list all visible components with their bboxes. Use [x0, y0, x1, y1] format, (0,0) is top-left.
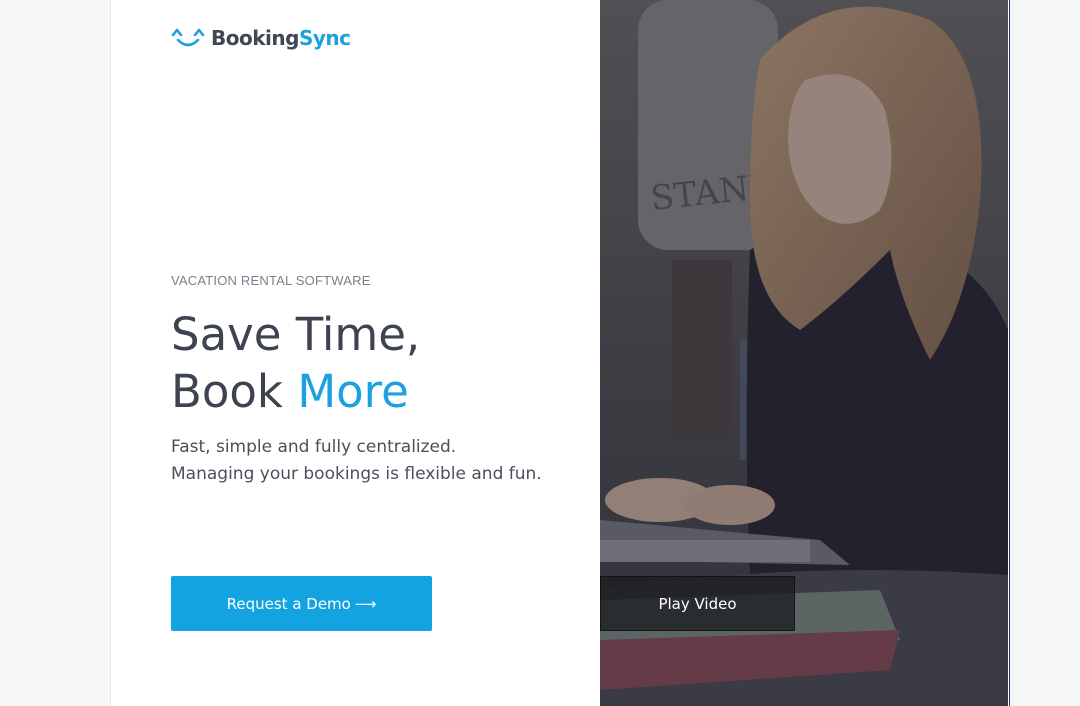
request-demo-label: Request a Demo [226, 594, 351, 613]
brand-name-part1: Booking [211, 26, 299, 50]
brand-name-part2: Sync [298, 26, 351, 50]
subtitle-line1: Fast, simple and fully centralized. [171, 437, 457, 457]
brand-wordmark: BookingSync [211, 26, 351, 50]
hero-headline: Save Time, Book More [171, 306, 420, 420]
request-demo-button[interactable]: Request a Demo ⟶ [171, 576, 432, 631]
landing-page: BookingSync VACATION RENTAL SOFTWARE Sav… [110, 0, 1010, 706]
brand-logo[interactable]: BookingSync [171, 24, 351, 52]
play-video-label: Play Video [658, 594, 737, 613]
hero-kicker: VACATION RENTAL SOFTWARE [171, 273, 371, 288]
smile-eyes-icon [171, 28, 205, 47]
play-video-button[interactable]: Play Video [600, 576, 795, 631]
subtitle-line2: Managing your bookings is flexible and f… [171, 464, 542, 484]
hero-subtitle: Fast, simple and fully centralized. Mana… [171, 434, 542, 488]
headline-line2-prefix: Book [171, 365, 298, 418]
arrow-right-icon: ⟶ [354, 594, 377, 613]
headline-line2-accent: More [297, 365, 409, 418]
headline-line1: Save Time, [171, 308, 421, 361]
